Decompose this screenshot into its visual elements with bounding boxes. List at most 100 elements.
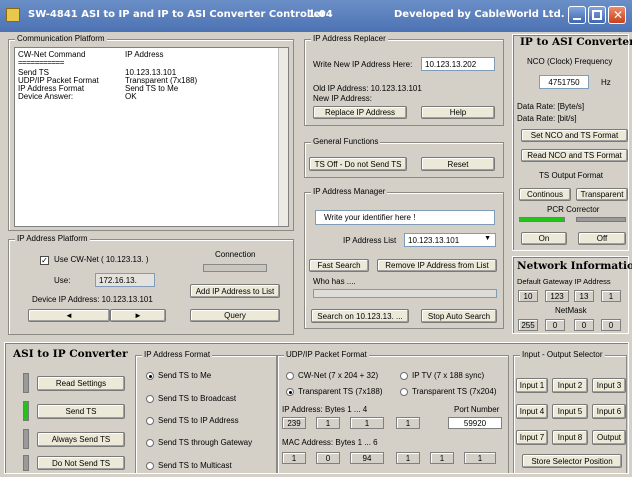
format-radio[interactable] — [146, 417, 154, 425]
udp-radio[interactable] — [400, 372, 408, 380]
udp-ip-byte[interactable]: 1 — [396, 417, 420, 429]
mac-byte[interactable]: 1 — [464, 452, 496, 464]
connection-indicator — [203, 264, 267, 272]
reset-button[interactable]: Reset — [421, 157, 495, 171]
always-send-ts-button[interactable]: Always Send TS — [37, 432, 125, 447]
gateway-byte[interactable]: 1 — [601, 290, 621, 302]
query-button[interactable]: Query — [190, 309, 280, 322]
window-title: SW-4841 ASI to IP and IP to ASI Converte… — [28, 9, 326, 20]
udp-ip-byte[interactable]: 1 — [316, 417, 340, 429]
udp-option[interactable]: Transparent TS (7x204) — [412, 387, 496, 397]
minimize-button[interactable] — [568, 6, 586, 24]
ip-list-label: IP Address List — [343, 236, 397, 245]
udp-radio[interactable] — [400, 388, 408, 396]
identifier-input[interactable]: Write your identifier here ! — [315, 210, 495, 225]
port-number-field[interactable]: 59920 — [448, 417, 502, 429]
ip-address-platform: IP Address Platform ✓ Use CW-Net ( 10.12… — [8, 234, 294, 335]
format-option[interactable]: Send TS to Multicast — [158, 461, 232, 471]
general-functions: General Functions TS Off - Do not Send T… — [304, 137, 504, 178]
log-value: OK — [125, 92, 137, 101]
hz-unit: Hz — [601, 78, 611, 87]
new-ip-input[interactable]: 10.123.13.202 — [421, 57, 495, 71]
fast-search-button[interactable]: Fast Search — [309, 259, 369, 272]
data-rate-bytes: Data Rate: [Byte/s] — [517, 102, 585, 111]
mac-byte[interactable]: 1 — [430, 452, 454, 464]
network-information-title: Network Information — [517, 260, 632, 272]
ip-address-list-select[interactable]: 10.123.13.101 ▼ — [404, 233, 496, 247]
close-button[interactable]: ✕ — [608, 6, 626, 24]
command-log[interactable]: CW-Net Command IP Address =========== Se… — [14, 47, 289, 227]
format-option[interactable]: Send TS to Broadcast — [158, 394, 236, 404]
search-on-subnet-button[interactable]: Search on 10.123.13. ... — [311, 309, 409, 323]
write-new-ip-label: Write New IP Address Here: — [313, 60, 413, 69]
mac-byte[interactable]: 1 — [282, 452, 306, 464]
format-radio[interactable] — [146, 372, 154, 380]
mac-byte[interactable]: 1 — [396, 452, 420, 464]
udp-option[interactable]: CW-Net (7 x 204 + 32) — [298, 371, 378, 381]
read-settings-button[interactable]: Read Settings — [37, 376, 125, 391]
netmask-byte[interactable]: 0 — [601, 319, 621, 331]
format-radio[interactable] — [146, 439, 154, 447]
input-5-button[interactable]: Input 5 — [552, 404, 588, 419]
nco-label: NCO (Clock) Frequency — [527, 57, 613, 66]
udp-option[interactable]: IP TV (7 x 188 sync) — [412, 371, 484, 381]
format-option[interactable]: Send TS to Me — [158, 371, 211, 381]
format-option[interactable]: Send TS to IP Address — [158, 416, 239, 426]
format-radio[interactable] — [146, 462, 154, 470]
use-prefix-field[interactable]: 172.16.13. — [95, 273, 155, 287]
help-button[interactable]: Help — [421, 106, 495, 119]
remove-ip-button[interactable]: Remove IP Address from List — [377, 259, 497, 272]
log-key: Device Answer: — [18, 92, 74, 101]
add-ip-to-list-button[interactable]: Add IP Address to List — [190, 284, 280, 298]
netmask-byte[interactable]: 255 — [518, 319, 538, 331]
send-ts-button[interactable]: Send TS — [37, 404, 125, 419]
ts-off-button[interactable]: TS Off - Do not Send TS — [309, 157, 407, 171]
previous-device-button[interactable]: ◄ — [28, 309, 110, 322]
input-2-button[interactable]: Input 2 — [552, 378, 588, 393]
maximize-button[interactable] — [588, 6, 606, 24]
mac-byte[interactable]: 94 — [350, 452, 384, 464]
transparent-button[interactable]: Transparent — [576, 188, 628, 201]
window-version: 1.04 — [308, 9, 333, 20]
input-4-button[interactable]: Input 4 — [516, 404, 548, 419]
gateway-byte[interactable]: 123 — [545, 290, 569, 302]
gateway-byte[interactable]: 10 — [518, 290, 538, 302]
network-information-panel: Network Information Default Gateway IP A… — [512, 256, 632, 334]
input-3-button[interactable]: Input 3 — [592, 378, 626, 393]
ip-replacer-title: IP Address Replacer — [311, 34, 388, 43]
next-device-button[interactable]: ► — [110, 309, 166, 322]
udp-radio[interactable] — [286, 372, 294, 380]
pcr-off-button[interactable]: Off — [578, 232, 626, 245]
netmask-byte[interactable]: 0 — [545, 319, 565, 331]
selector-title: Input - Output Selector — [520, 350, 605, 359]
input-6-button[interactable]: Input 6 — [592, 404, 626, 419]
old-ip-address: Old IP Address: 10.123.13.101 — [313, 84, 422, 93]
udp-ip-byte[interactable]: 239 — [282, 417, 306, 429]
continous-button[interactable]: Continous — [519, 188, 571, 201]
replace-ip-button[interactable]: Replace IP Address — [313, 106, 407, 119]
netmask-byte[interactable]: 0 — [574, 319, 594, 331]
store-selector-button[interactable]: Store Selector Position — [522, 454, 622, 468]
scrollbar[interactable] — [278, 48, 288, 226]
input-1-button[interactable]: Input 1 — [516, 378, 548, 393]
ip-to-asi-panel: IP to ASI Converter NCO (Clock) Frequenc… — [512, 34, 632, 251]
asi-to-ip-title: ASI to IP Converter — [13, 348, 128, 360]
mac-byte[interactable]: 0 — [316, 452, 340, 464]
udp-radio[interactable] — [286, 388, 294, 396]
format-radio[interactable] — [146, 395, 154, 403]
read-nco-button[interactable]: Read NCO and TS Format — [521, 149, 628, 162]
pcr-on-button[interactable]: On — [521, 232, 567, 245]
stop-auto-search-button[interactable]: Stop Auto Search — [421, 309, 497, 323]
output-button[interactable]: Output — [592, 430, 626, 445]
udp-ip-byte[interactable]: 1 — [350, 417, 384, 429]
port-number-label: Port Number — [454, 405, 500, 414]
nco-frequency-input[interactable]: 4751750 — [539, 75, 589, 89]
do-not-send-ts-button[interactable]: Do Not Send TS — [37, 456, 125, 470]
use-cwnet-checkbox[interactable]: ✓ — [40, 256, 49, 265]
gateway-byte[interactable]: 13 — [574, 290, 594, 302]
input-7-button[interactable]: Input 7 — [516, 430, 548, 445]
format-option[interactable]: Send TS through Gateway — [158, 438, 252, 448]
input-8-button[interactable]: Input 8 — [552, 430, 588, 445]
set-nco-button[interactable]: Set NCO and TS Format — [521, 129, 628, 142]
udp-option[interactable]: Transparent TS (7x188) — [298, 387, 382, 397]
